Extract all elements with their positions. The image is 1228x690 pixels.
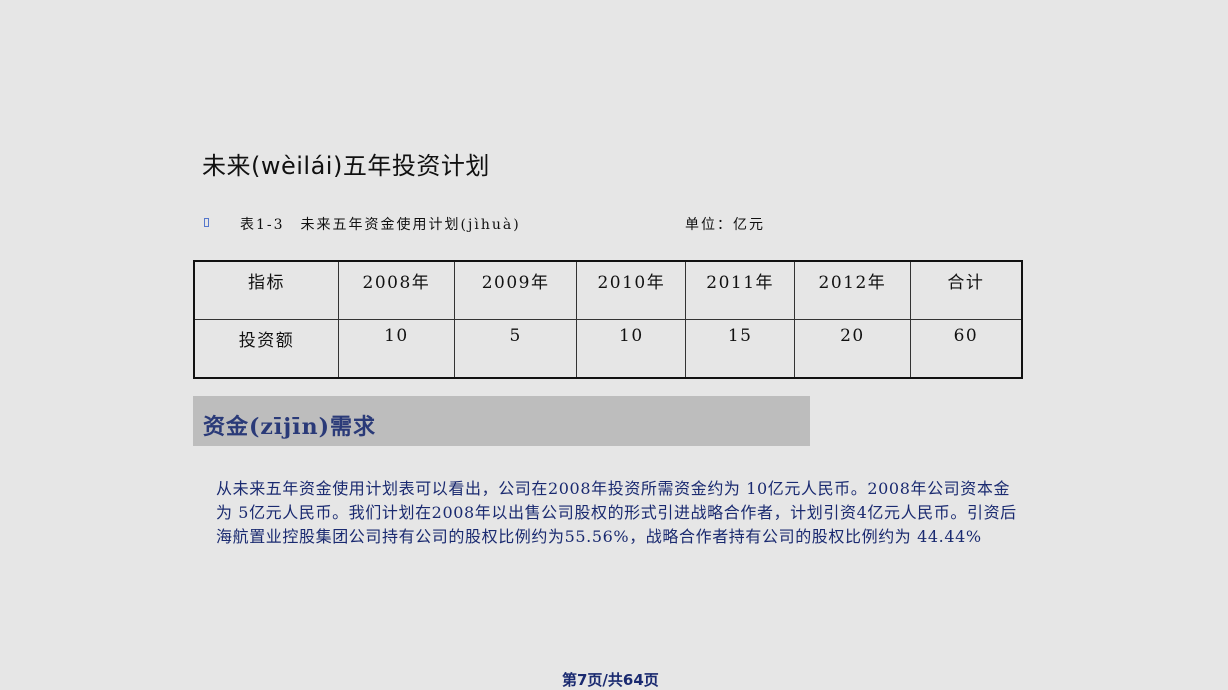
page-indicator: 第7页/共64页 <box>562 671 659 689</box>
table-cell: 60 <box>909 319 1023 379</box>
table-header-cell: 2011年 <box>685 260 796 320</box>
unit-label: 单位：亿元 <box>685 217 765 233</box>
table-cell: 10 <box>576 319 687 379</box>
section-paragraph: 从未来五年资金使用计划表可以看出，公司在2008年投资所需资金约为 10亿元人民… <box>216 479 1017 546</box>
table-header-cell: 2012年 <box>794 260 911 320</box>
table-header-cell: 2009年 <box>453 260 578 320</box>
table-header-cell: 2010年 <box>576 260 687 320</box>
slide-title: 未来(wèilái)五年投资计划 <box>202 152 490 180</box>
table-cell: 10 <box>338 319 455 379</box>
table-cell: 5 <box>453 319 578 379</box>
table-cell: 20 <box>794 319 911 379</box>
table-cell: 投资额 <box>193 319 340 379</box>
table-header-cell: 指标 <box>193 260 340 320</box>
bullet-icon <box>204 218 209 227</box>
investment-plan-table: 指标 2008年 2009年 2010年 2011年 2012年 合计 投资额 … <box>193 260 1023 379</box>
table-header-row: 指标 2008年 2009年 2010年 2011年 2012年 合计 <box>193 260 1023 320</box>
table-caption: 表1-3 未来五年资金使用计划(jìhuà) <box>240 217 521 233</box>
section-header-bar: 资金(zījīn)需求 <box>193 396 810 446</box>
table-header-cell: 合计 <box>909 260 1023 320</box>
table-caption-row: 表1-3 未来五年资金使用计划(jìhuà) 单位：亿元 <box>204 214 804 236</box>
table-header-cell: 2008年 <box>338 260 455 320</box>
section-title: 资金(zījīn)需求 <box>203 414 376 440</box>
table-cell: 15 <box>685 319 796 379</box>
table-row: 投资额 10 5 10 15 20 60 <box>193 319 1023 379</box>
